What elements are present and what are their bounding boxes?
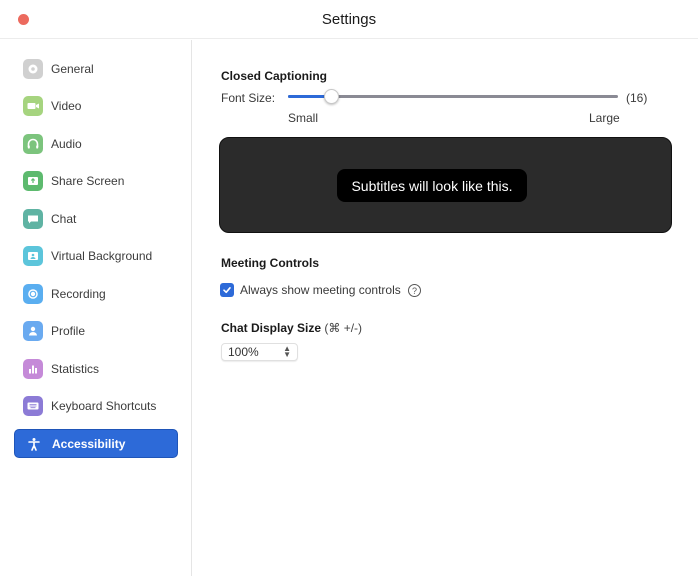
subtitle-sample: Subtitles will look like this.	[337, 169, 527, 202]
sidebar-item-recording[interactable]: Recording	[14, 279, 178, 308]
always-show-controls-checkbox[interactable]	[220, 283, 234, 297]
stepper-arrows-icon: ▲ ▼	[283, 344, 291, 359]
font-size-label: Font Size:	[221, 91, 276, 105]
share-screen-icon	[23, 171, 43, 191]
chat-display-size-heading: Chat Display Size (⌘ +/-)	[221, 321, 362, 335]
caption-preview: Subtitles will look like this.	[219, 137, 672, 233]
sidebar: General Video Audio Share Screen Chat Virtual…	[0, 40, 192, 576]
sidebar-item-label: General	[51, 61, 94, 76]
sidebar-item-label: Accessibility	[52, 436, 126, 451]
help-icon[interactable]: ?	[408, 284, 421, 297]
sidebar-item-label: Profile	[51, 324, 86, 338]
always-show-controls-label[interactable]: Always show meeting controls	[240, 283, 401, 297]
sidebar-item-profile[interactable]: Profile	[14, 317, 178, 346]
sidebar-item-general[interactable]: General	[14, 54, 178, 83]
sidebar-item-label: Share Screen	[51, 174, 125, 188]
window-title: Settings	[321, 11, 377, 28]
sidebar-item-share-screen[interactable]: Share Screen	[14, 167, 178, 196]
font-size-value: (16)	[626, 91, 648, 105]
shortcut-hint: (⌘ +/-)	[324, 321, 363, 335]
profile-icon	[23, 321, 43, 341]
meeting-controls-heading: Meeting Controls	[221, 256, 319, 270]
chat-display-size-title: Chat Display Size	[221, 321, 322, 335]
video-icon	[23, 96, 43, 116]
sidebar-item-statistics[interactable]: Statistics	[14, 354, 178, 383]
sidebar-item-label: Keyboard Shortcuts	[51, 399, 157, 413]
sidebar-item-label: Audio	[51, 136, 82, 151]
sidebar-item-keyboard-shortcuts[interactable]: Keyboard Shortcuts	[14, 392, 178, 421]
sidebar-item-chat[interactable]: Chat	[14, 204, 178, 233]
title-bar: Settings	[0, 0, 698, 39]
slider-min-label: Small	[288, 111, 319, 125]
keyboard-icon	[23, 396, 43, 416]
accessibility-icon	[24, 434, 44, 454]
checkmark-icon	[223, 287, 231, 294]
recording-icon	[23, 283, 43, 304]
accessibility-panel: Closed Captioning Font Size: (16) Small …	[193, 40, 698, 576]
font-size-slider[interactable]	[288, 89, 618, 104]
sidebar-item-label: Statistics	[51, 361, 100, 376]
sidebar-item-label: Chat	[51, 211, 77, 226]
sidebar-item-audio[interactable]: Audio	[14, 129, 178, 158]
sidebar-item-label: Recording	[51, 286, 106, 301]
sidebar-item-accessibility[interactable]: Accessibility	[14, 429, 178, 458]
gear-icon	[23, 58, 43, 79]
sidebar-item-label: Video	[51, 99, 82, 113]
slider-max-label: Large	[589, 111, 620, 125]
virtual-background-icon	[23, 246, 43, 266]
sidebar-item-virtual-background[interactable]: Virtual Background	[14, 242, 178, 271]
selected-value: 100%	[228, 345, 259, 359]
sidebar-item-label: Virtual Background	[51, 249, 153, 263]
headphones-icon	[23, 133, 43, 154]
slider-thumb[interactable]	[323, 89, 339, 104]
chat-icon	[23, 208, 43, 229]
closed-captioning-heading: Closed Captioning	[221, 69, 327, 83]
chat-display-size-select[interactable]: 100% ▲ ▼	[221, 343, 298, 361]
statistics-icon	[23, 358, 43, 379]
sidebar-item-video[interactable]: Video	[14, 92, 178, 121]
